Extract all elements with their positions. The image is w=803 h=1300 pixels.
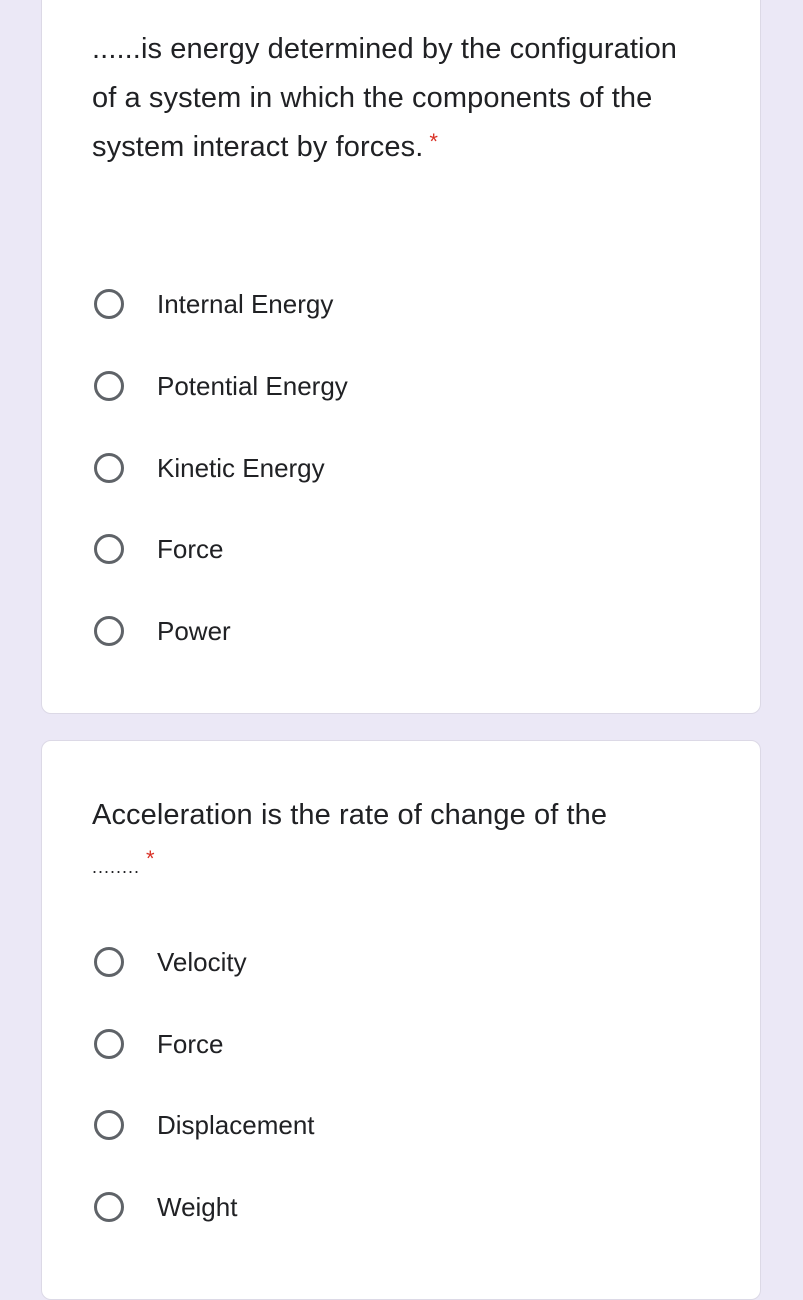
radio-button-icon[interactable]	[94, 947, 124, 977]
question-label: Acceleration is the rate of change of th…	[92, 799, 608, 831]
option-label: Potential Energy	[157, 370, 348, 401]
question-text: Acceleration is the rate of change of th…	[92, 791, 702, 892]
radio-button-icon[interactable]	[94, 534, 124, 564]
radio-option-force[interactable]: Force	[94, 529, 223, 569]
option-label: Displacement	[157, 1109, 315, 1140]
option-label: Force	[157, 533, 224, 564]
required-asterisk: *	[146, 846, 155, 871]
radio-button-icon[interactable]	[94, 1192, 124, 1222]
option-label: Internal Energy	[157, 288, 334, 319]
blank-placeholder: ........	[92, 857, 141, 877]
option-label: Velocity	[157, 946, 247, 977]
question-card-2: Acceleration is the rate of change of th…	[41, 740, 761, 1300]
radio-option-power[interactable]: Power	[94, 611, 231, 651]
radio-button-icon[interactable]	[94, 453, 124, 483]
radio-option-force[interactable]: Force	[94, 1024, 223, 1064]
radio-button-icon[interactable]	[94, 1029, 124, 1059]
radio-option-kinetic-energy[interactable]: Kinetic Energy	[94, 448, 325, 488]
question-text: ......is energy determined by the config…	[92, 25, 702, 172]
radio-button-icon[interactable]	[94, 1110, 124, 1140]
required-asterisk: *	[429, 129, 439, 154]
radio-button-icon[interactable]	[94, 289, 124, 319]
radio-button-icon[interactable]	[94, 371, 124, 401]
radio-option-potential-energy[interactable]: Potential Energy	[94, 366, 348, 406]
radio-button-icon[interactable]	[94, 616, 124, 646]
question-card-1: ......is energy determined by the config…	[41, 0, 761, 714]
option-label: Kinetic Energy	[157, 452, 325, 483]
radio-option-weight[interactable]: Weight	[94, 1187, 237, 1227]
radio-option-internal-energy[interactable]: Internal Energy	[94, 284, 333, 324]
radio-option-displacement[interactable]: Displacement	[94, 1105, 315, 1145]
question-label: ......is energy determined by the config…	[92, 33, 678, 163]
option-label: Power	[157, 615, 231, 646]
option-label: Force	[157, 1028, 224, 1059]
option-label: Weight	[157, 1191, 238, 1222]
radio-option-velocity[interactable]: Velocity	[94, 942, 247, 982]
